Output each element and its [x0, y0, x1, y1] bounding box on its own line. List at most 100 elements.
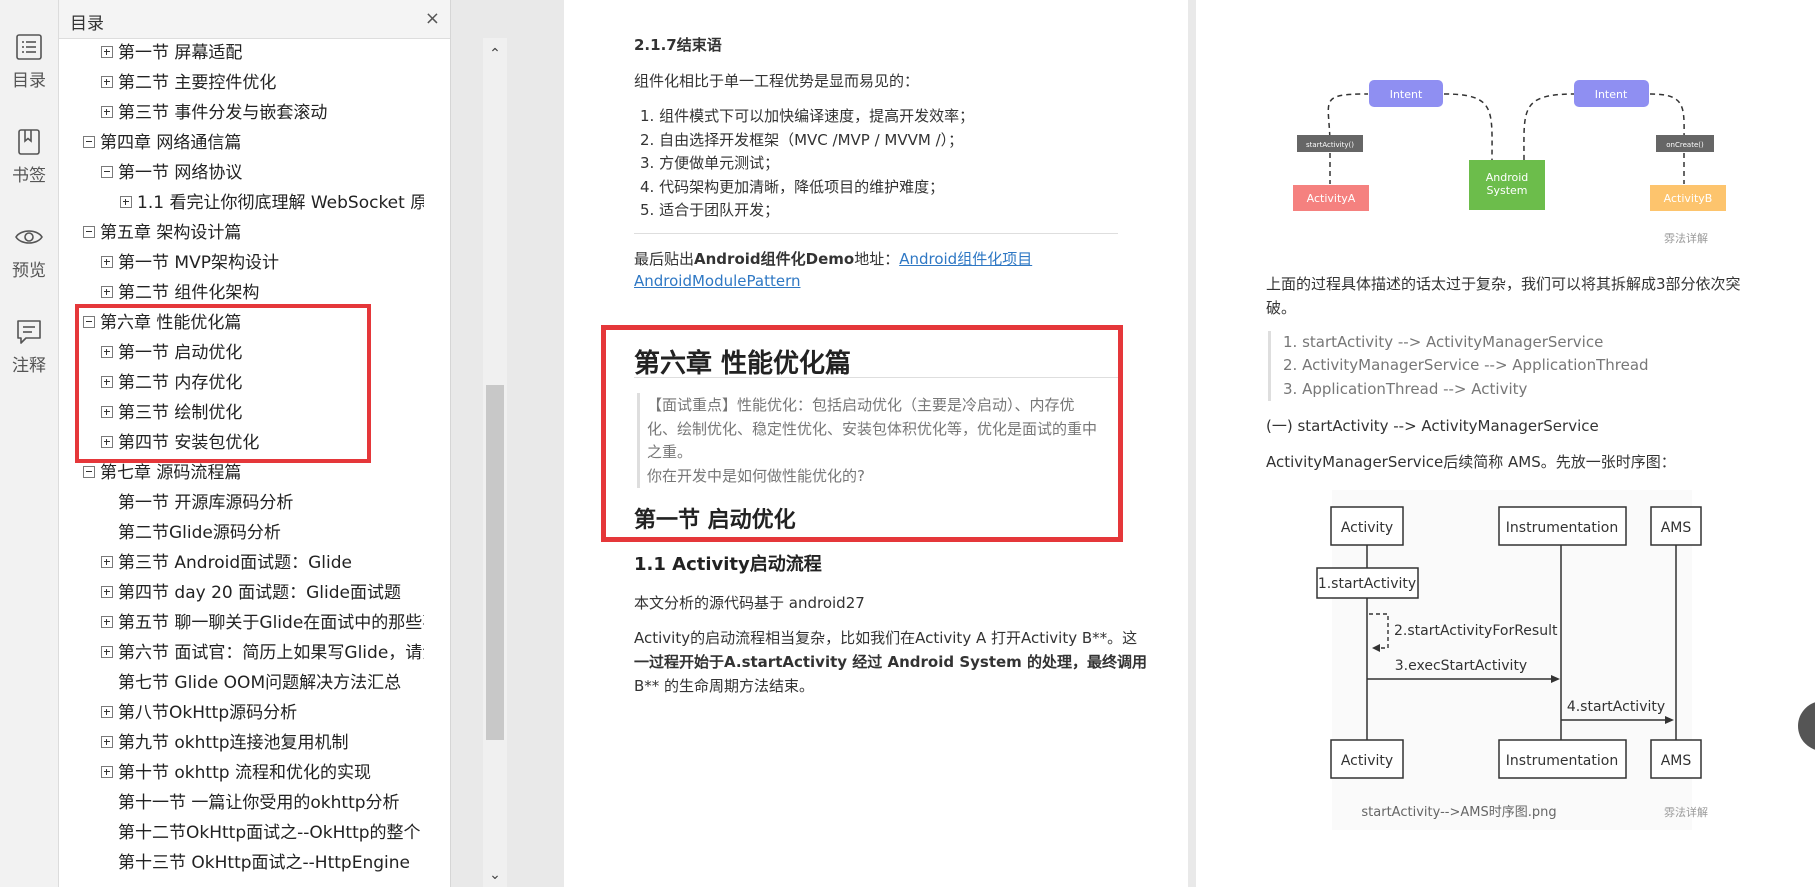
rail-toc-label: 目录: [12, 71, 46, 91]
collapse-icon[interactable]: [83, 225, 95, 238]
expand-icon[interactable]: [101, 255, 113, 268]
toc-item-label: 第二节 组件化架构: [118, 283, 260, 303]
toc-item-label: 第七章 源码流程篇: [100, 463, 242, 483]
expand-icon[interactable]: [101, 615, 113, 628]
toc-item[interactable]: 第十一节 一篇让你受用的okhttp分析: [101, 788, 400, 818]
toc-item-label: 第四章 网络通信篇: [100, 133, 242, 153]
para-line: Activity的启动流程相当复杂，比如我们在Activity A 打开Acti…: [634, 629, 1138, 647]
quote-line: 之重。: [647, 443, 693, 461]
para-line: 一过程开始于A.startActivity 经过 Android System …: [634, 653, 1148, 671]
scroll-thumb[interactable]: [486, 385, 504, 740]
toc-item[interactable]: 第八节OkHttp源码分析: [101, 698, 297, 728]
expand-icon[interactable]: [101, 555, 113, 568]
bookmark-icon: [18, 129, 40, 155]
toc-item[interactable]: 第一节 屏幕适配: [101, 38, 242, 68]
toc-item[interactable]: 第五章 架构设计篇: [83, 218, 241, 248]
toc-item[interactable]: 第三节 事件分发与嵌套滚动: [101, 98, 327, 128]
activity-a-label: ActivityA: [1307, 192, 1356, 205]
toc-item[interactable]: 第三节 Android面试题：Glide: [101, 548, 352, 578]
rail-bookmark-label: 书签: [12, 166, 46, 186]
toc-item[interactable]: 第二节 主要控件优化: [101, 68, 276, 98]
toc-item[interactable]: 第六节 面试官：简历上如果写Glide，请注意: [101, 638, 424, 668]
quote-bar: [637, 393, 640, 488]
expand-icon[interactable]: [101, 45, 113, 58]
toc-item[interactable]: 第十三节 OkHttp面试之--HttpEngine: [101, 848, 410, 878]
section-heading-217: 2.1.7结束语: [634, 36, 722, 54]
toc-item[interactable]: 1.1 看完让你彻底理解 WebSocket 原理: [120, 188, 424, 218]
toc-item[interactable]: 第七节 Glide OOM问题解决方法汇总: [101, 668, 401, 698]
expand-icon[interactable]: [101, 405, 113, 418]
toc-item[interactable]: 第四章 网络通信篇: [83, 128, 241, 158]
toc-item[interactable]: 第二节Glide源码分析: [101, 518, 281, 548]
toc-list: 第一节 屏幕适配第二节 主要控件优化第三节 事件分发与嵌套滚动第四章 网络通信篇…: [59, 38, 424, 887]
intent-right-label: Intent: [1595, 88, 1628, 101]
expand-icon[interactable]: [101, 645, 113, 658]
toc-scrollbar[interactable]: ⌃ ⌄: [483, 38, 507, 887]
quote-line: 你在开发中是如何做性能优化的?: [647, 467, 865, 485]
toc-item-label: 第六章 性能优化篇: [100, 313, 242, 333]
toc-item[interactable]: 第七章 源码流程篇: [83, 458, 241, 488]
rail-preview-button[interactable]: 预览: [0, 222, 58, 281]
divider: [634, 377, 1118, 378]
divider: [634, 233, 1118, 234]
toc-item[interactable]: 第二节 组件化架构: [101, 278, 259, 308]
expand-icon[interactable]: [101, 705, 113, 718]
toc-item-label: 第四节 day 20 面试题：Glide面试题: [118, 583, 401, 603]
expand-icon[interactable]: [101, 435, 113, 448]
rail-bookmark-button[interactable]: 书签: [0, 127, 58, 186]
toc-item[interactable]: 第四节 day 20 面试题：Glide面试题: [101, 578, 401, 608]
seq-ams-top: AMS: [1661, 520, 1692, 536]
toc-item[interactable]: 第三节 绘制优化: [101, 398, 242, 428]
list-item: 1. 组件模式下可以加快编译速度，提高开发效率；: [640, 107, 975, 125]
scroll-up-icon[interactable]: ⌃: [483, 42, 507, 66]
seq-message-4: 4.startActivity: [1567, 699, 1665, 715]
toc-item-label: 第二节 内存优化: [118, 373, 243, 393]
toc-item-label: 第二节 主要控件优化: [118, 73, 277, 93]
toc-item[interactable]: 第六章 性能优化篇: [83, 308, 241, 338]
step-item: 1. startActivity --> ActivityManagerServ…: [1283, 333, 1604, 351]
chapter-heading: 第六章 性能优化篇: [634, 349, 852, 379]
toc-item-label: 1.1 看完让你彻底理解 WebSocket 原理: [137, 193, 424, 213]
toc-item[interactable]: 第十二节OkHttp面试之--OkHttp的整个: [101, 818, 421, 848]
toc-item[interactable]: 第四节 安装包优化: [101, 428, 259, 458]
list-item: 5. 适合于团队开发；: [640, 201, 780, 219]
expand-icon[interactable]: [101, 75, 113, 88]
seq-message-2: 2.startActivityForResult: [1394, 623, 1558, 639]
collapse-icon[interactable]: [83, 135, 95, 148]
expand-icon[interactable]: [120, 195, 132, 208]
expand-icon[interactable]: [101, 735, 113, 748]
demo-line: 最后贴出Android组件化Demo地址：Android组件化项目: [634, 248, 1032, 269]
toc-item[interactable]: 第一节 网络协议: [101, 158, 242, 188]
scroll-down-icon[interactable]: ⌄: [483, 863, 507, 887]
toc-item[interactable]: 第一节 MVP架构设计: [101, 248, 279, 278]
toc-item[interactable]: 第九节 okhttp连接池复用机制: [101, 728, 349, 758]
toc-item[interactable]: 第一节 开源库源码分析: [101, 488, 293, 518]
toc-item[interactable]: 第十节 okhttp 流程和优化的实现: [101, 758, 371, 788]
close-icon[interactable]: ×: [425, 8, 440, 29]
toc-item[interactable]: 第五节 聊一聊关于Glide在面试中的那些事: [101, 608, 424, 638]
document-page-left: 2.1.7结束语 组件化相比于单一工程优势是显而易见的： 1. 组件模式下可以加…: [564, 0, 1188, 887]
demo-link-2[interactable]: AndroidModulePattern: [634, 272, 801, 290]
expand-icon[interactable]: [101, 105, 113, 118]
toc-item-label: 第一节 开源库源码分析: [118, 493, 294, 513]
seq-activity-top: Activity: [1341, 520, 1393, 536]
rail-toc-button[interactable]: 目录: [0, 32, 58, 91]
toc-item[interactable]: 第二节 内存优化: [101, 368, 242, 398]
collapse-icon[interactable]: [101, 165, 113, 178]
expand-icon[interactable]: [101, 345, 113, 358]
toc-item[interactable]: 第一节 启动优化: [101, 338, 242, 368]
intro-text: 组件化相比于单一工程优势是显而易见的：: [634, 72, 920, 90]
on-create-label: onCreate(): [1666, 141, 1704, 149]
expand-icon[interactable]: [101, 285, 113, 298]
rail-annotation-label: 注释: [12, 356, 46, 376]
document-page-right: Intent Intent startActivity() onCreate()…: [1196, 0, 1815, 887]
expand-icon[interactable]: [101, 585, 113, 598]
para-line: B** 的生命周期方法结束。: [634, 677, 815, 695]
collapse-icon[interactable]: [83, 315, 95, 328]
expand-icon[interactable]: [101, 375, 113, 388]
expand-icon[interactable]: [101, 765, 113, 778]
list-item: 2. 自由选择开发框架（MVC /MVP / MVVM /）；: [640, 131, 964, 149]
demo-link[interactable]: Android组件化项目: [899, 250, 1032, 268]
collapse-icon[interactable]: [83, 465, 95, 478]
rail-annotation-button[interactable]: 注释: [0, 317, 58, 376]
